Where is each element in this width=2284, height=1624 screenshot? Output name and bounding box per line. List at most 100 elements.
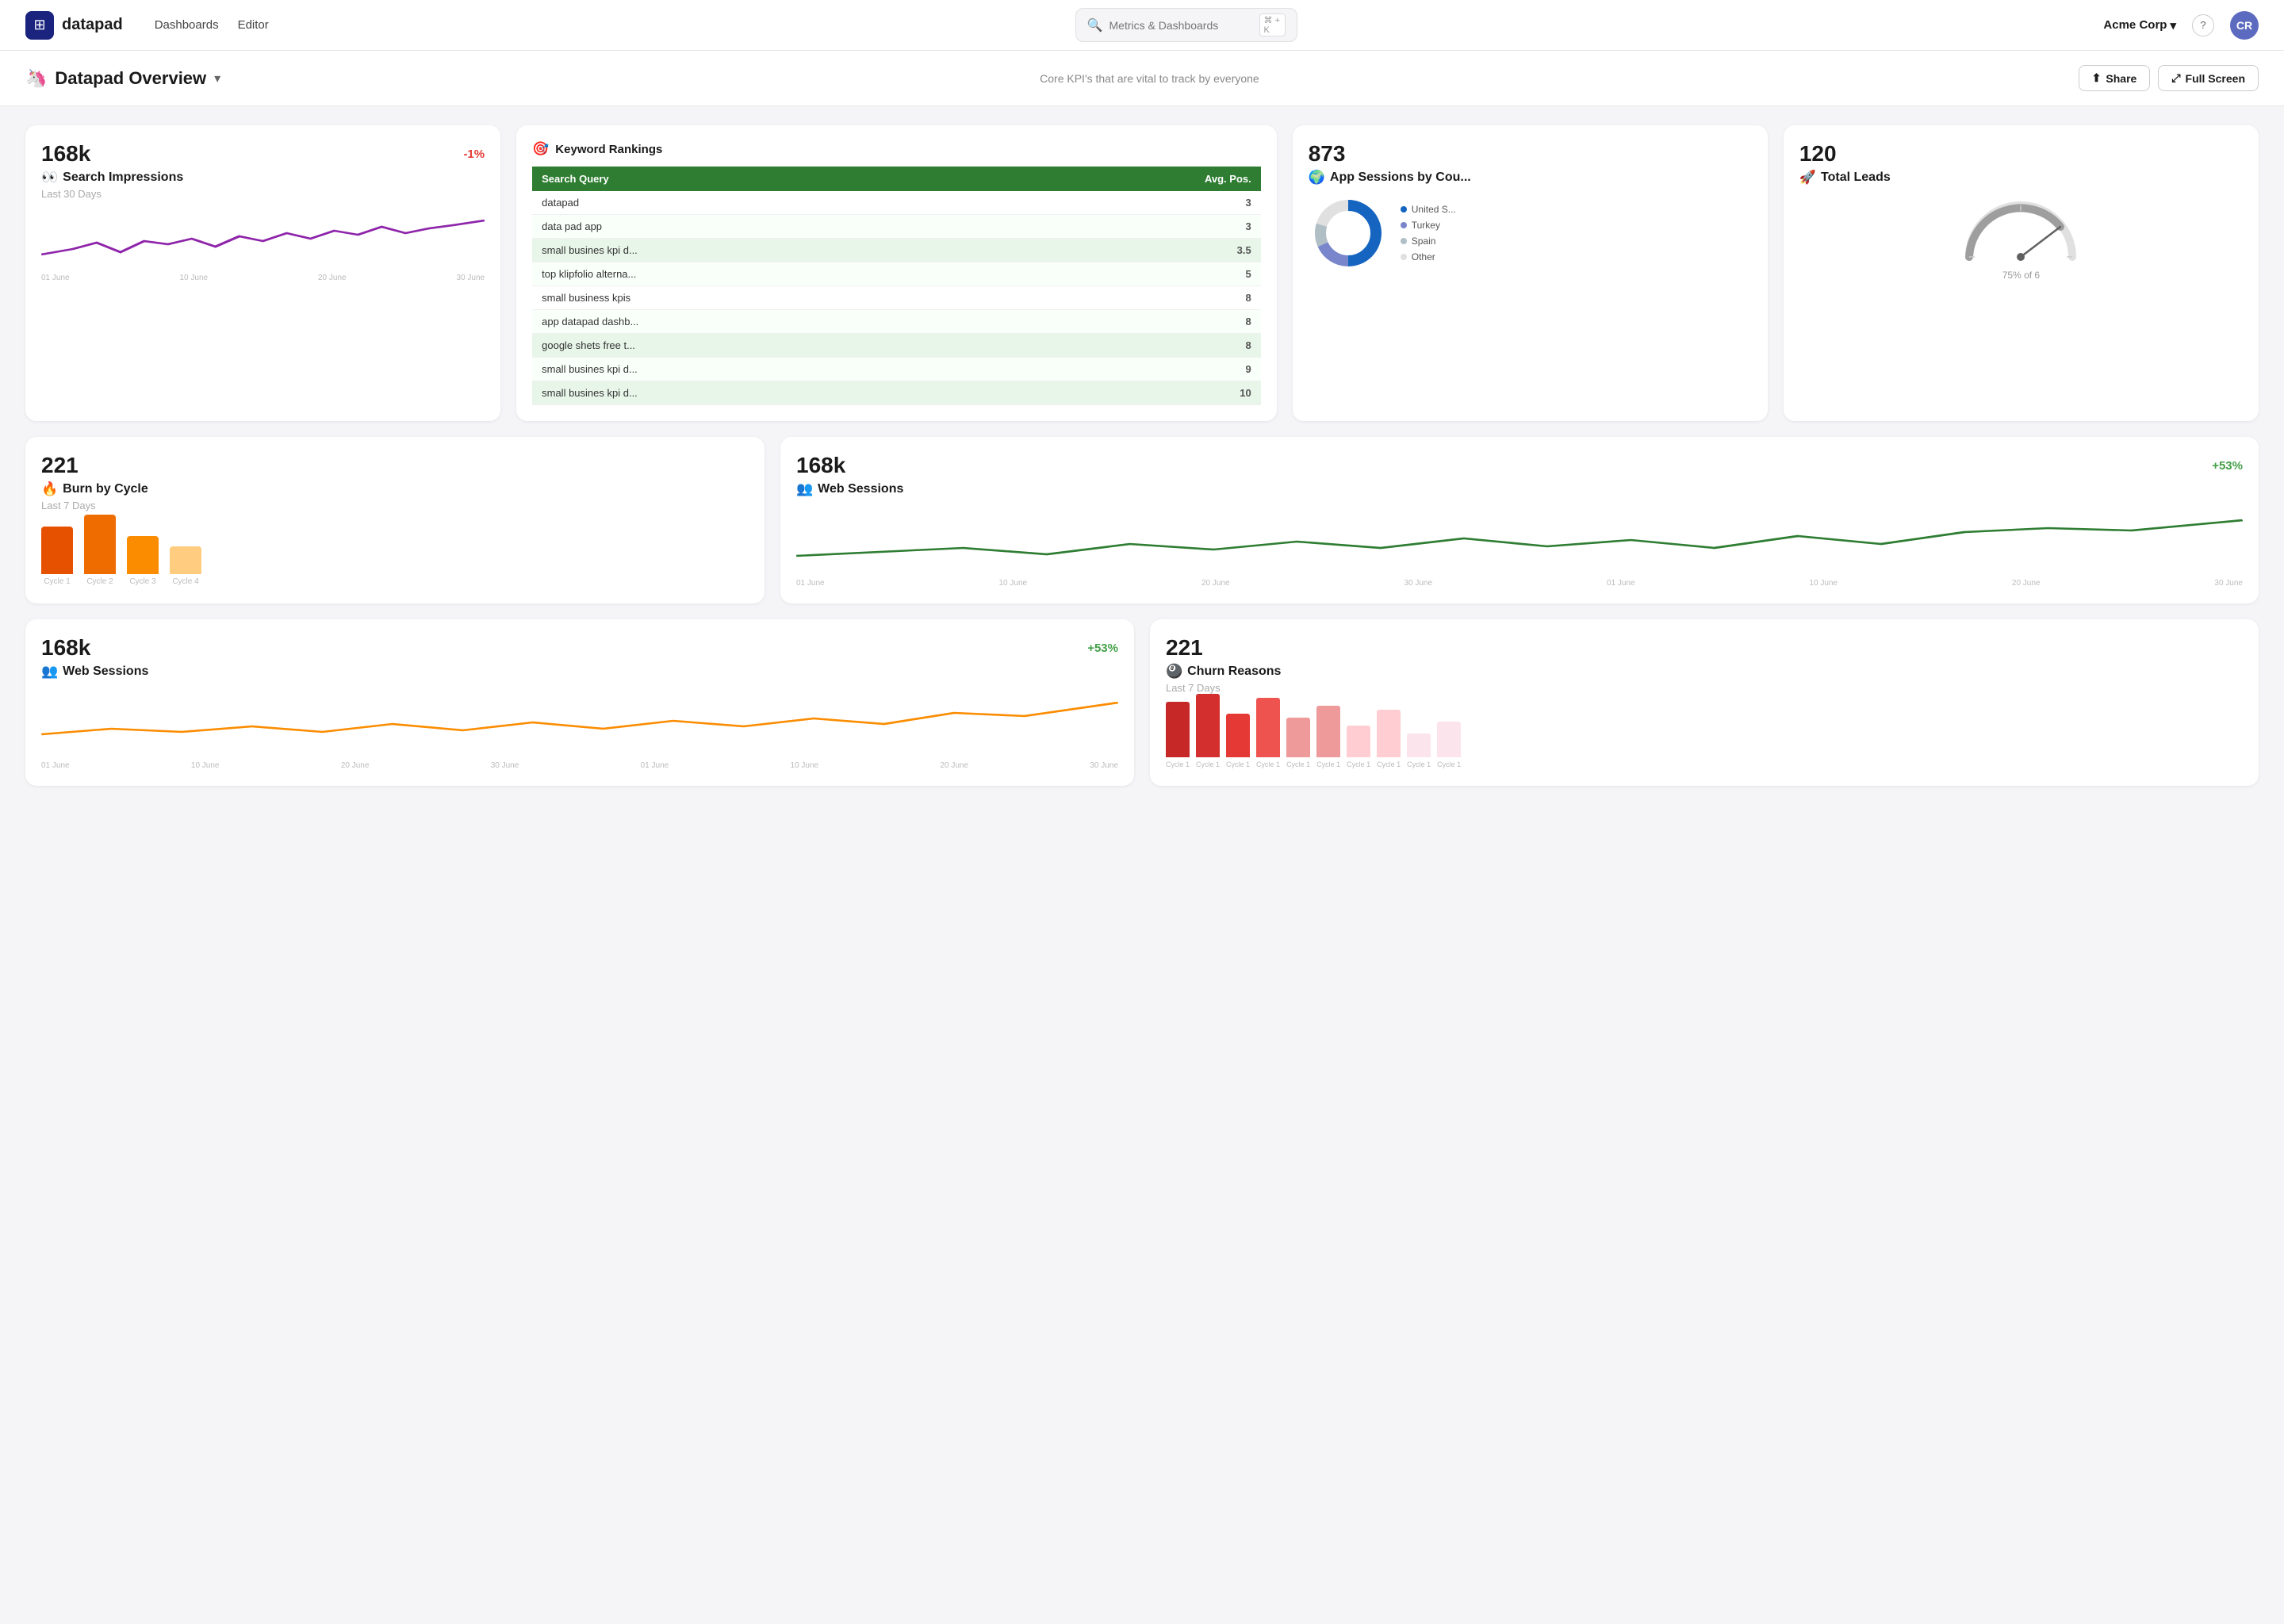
web-sessions-top-title: Web Sessions xyxy=(818,482,903,496)
burn-bar xyxy=(127,536,159,574)
kw-pos: 9 xyxy=(998,358,1261,381)
kw-query: small busines kpi d... xyxy=(532,239,998,262)
main-nav: Dashboards Editor xyxy=(155,18,269,32)
chevron-down-icon: ▾ xyxy=(2170,18,2176,33)
gauge-label: 75% of 6 xyxy=(2002,270,2040,281)
keyword-rankings-title: Keyword Rankings xyxy=(555,143,662,156)
total-leads-card: 120 🚀 Total Leads xyxy=(1784,125,2259,421)
main-content: 168k -1% 👀 Search Impressions Last 30 Da… xyxy=(0,106,2284,821)
churn-bar xyxy=(1286,718,1310,757)
search-impressions-subtitle: Last 30 Days xyxy=(41,188,485,200)
search-impressions-chart: 01 June 10 June 20 June 30 June xyxy=(41,211,485,282)
kw-pos: 8 xyxy=(998,334,1261,358)
keyword-table-row: small busines kpi d...3.5 xyxy=(532,239,1261,262)
churn-bar xyxy=(1316,706,1340,757)
dashboard-chevron-icon[interactable]: ▾ xyxy=(214,71,220,86)
churn-bar-label: Cycle 1 xyxy=(1226,760,1250,768)
churn-bar xyxy=(1166,702,1190,757)
churn-bar-group: Cycle 1 xyxy=(1256,698,1280,768)
keyword-table-row: small business kpis8 xyxy=(532,286,1261,310)
logo-text: datapad xyxy=(62,16,123,34)
churn-bar xyxy=(1226,714,1250,757)
kw-pos: 8 xyxy=(998,286,1261,310)
burn-bar-label: Cycle 1 xyxy=(44,577,70,586)
churn-bar-label: Cycle 1 xyxy=(1347,760,1370,768)
search-kbd: ⌘ + K xyxy=(1259,13,1286,36)
burn-by-cycle-title: Burn by Cycle xyxy=(63,482,148,496)
keyword-table-row: small busines kpi d...10 xyxy=(532,381,1261,405)
burn-bar xyxy=(170,546,201,574)
donut-legend: United S... Turkey Spain Other xyxy=(1401,204,1456,262)
share-icon: ⬆ xyxy=(2092,71,2102,85)
churn-bar xyxy=(1377,710,1401,757)
web-sessions-top-change: +53% xyxy=(2212,459,2243,473)
burn-bar-group: Cycle 4 xyxy=(170,546,201,586)
burn-bar-group: Cycle 3 xyxy=(127,536,159,586)
web-sessions-top-emoji: 👥 xyxy=(796,481,813,497)
burn-by-cycle-emoji: 🔥 xyxy=(41,481,58,497)
churn-bar-group: Cycle 1 xyxy=(1377,710,1401,768)
churn-bar xyxy=(1437,722,1461,757)
burn-bar xyxy=(84,515,116,574)
burn-by-cycle-value: 221 xyxy=(41,453,79,477)
app-sessions-donut: United S... Turkey Spain Other xyxy=(1309,193,1752,273)
kw-query: datapad xyxy=(532,191,998,215)
dashboard-title: Datapad Overview xyxy=(55,68,206,89)
churn-reasons-title: Churn Reasons xyxy=(1187,665,1281,679)
burn-bar-label: Cycle 4 xyxy=(172,577,198,586)
dashboard-emoji: 🦄 xyxy=(25,68,47,89)
churn-bar-label: Cycle 1 xyxy=(1166,760,1190,768)
web-sessions-bottom-value: 168k xyxy=(41,635,90,661)
burn-bar xyxy=(41,527,73,574)
nav-editor[interactable]: Editor xyxy=(238,18,269,32)
churn-bar xyxy=(1407,733,1431,757)
kw-query: google shets free t... xyxy=(532,334,998,358)
search-input[interactable] xyxy=(1109,19,1253,32)
burn-by-cycle-subtitle: Last 7 Days xyxy=(41,500,749,511)
kw-query: app datapad dashb... xyxy=(532,310,998,334)
total-leads-gauge: 75% of 6 xyxy=(1799,193,2243,281)
web-sessions-bottom-title: Web Sessions xyxy=(63,665,148,679)
churn-reasons-emoji: 🎱 xyxy=(1166,664,1182,680)
web-sessions-top-x-labels: 01 June 10 June 20 June 30 June 01 June … xyxy=(796,579,2243,588)
search-impressions-change: -1% xyxy=(463,147,485,161)
keyword-table-row: datapad3 xyxy=(532,191,1261,215)
nav-dashboards[interactable]: Dashboards xyxy=(155,18,219,32)
keyword-table-row: google shets free t...8 xyxy=(532,334,1261,358)
keyword-table-row: small busines kpi d...9 xyxy=(532,358,1261,381)
churn-bar-group: Cycle 1 xyxy=(1347,726,1370,768)
share-button[interactable]: ⬆ Share xyxy=(2079,65,2151,91)
burn-bar-label: Cycle 3 xyxy=(129,577,155,586)
kw-pos: 3.5 xyxy=(998,239,1261,262)
web-sessions-top-value: 168k xyxy=(796,453,845,478)
churn-bar-label: Cycle 1 xyxy=(1377,760,1401,768)
legend-item-1: Turkey xyxy=(1401,220,1456,231)
acme-corp-selector[interactable]: Acme Corp ▾ xyxy=(2103,18,2176,33)
header-right: Acme Corp ▾ ? CR xyxy=(2103,11,2259,40)
web-sessions-bottom-change: +53% xyxy=(1087,642,1118,655)
app-sessions-card: 873 🌍 App Sessions by Cou... United S... xyxy=(1293,125,1768,421)
search-bar[interactable]: 🔍 ⌘ + K xyxy=(1075,8,1297,42)
kw-pos: 8 xyxy=(998,310,1261,334)
churn-reasons-value: 221 xyxy=(1166,635,1203,660)
fullscreen-button[interactable]: ⤢ Full Screen xyxy=(2158,65,2259,91)
web-sessions-bottom-card: 168k +53% 👥 Web Sessions 01 June 10 June… xyxy=(25,619,1134,786)
dashboard-header: 🦄 Datapad Overview ▾ Core KPI's that are… xyxy=(0,51,2284,106)
logo-area: ⊞ datapad xyxy=(25,11,123,40)
web-sessions-bottom-emoji: 👥 xyxy=(41,664,58,680)
search-impressions-card: 168k -1% 👀 Search Impressions Last 30 Da… xyxy=(25,125,500,421)
legend-item-0: United S... xyxy=(1401,204,1456,215)
churn-bar-label: Cycle 1 xyxy=(1286,760,1310,768)
app-sessions-title: App Sessions by Cou... xyxy=(1330,170,1471,185)
web-sessions-bottom-x-labels: 01 June 10 June 20 June 30 June 01 June … xyxy=(41,761,1118,770)
help-button[interactable]: ? xyxy=(2192,14,2214,36)
user-avatar[interactable]: CR xyxy=(2230,11,2259,40)
burn-bar-label: Cycle 2 xyxy=(86,577,113,586)
kw-col1: Search Query xyxy=(532,167,998,191)
churn-bar-label: Cycle 1 xyxy=(1437,760,1461,768)
web-sessions-bottom-chart: 01 June 10 June 20 June 30 June 01 June … xyxy=(41,691,1118,770)
search-impressions-value: 168k xyxy=(41,141,90,167)
kw-query: data pad app xyxy=(532,215,998,239)
churn-bar-group: Cycle 1 xyxy=(1316,706,1340,768)
kw-query: small busines kpi d... xyxy=(532,381,998,405)
